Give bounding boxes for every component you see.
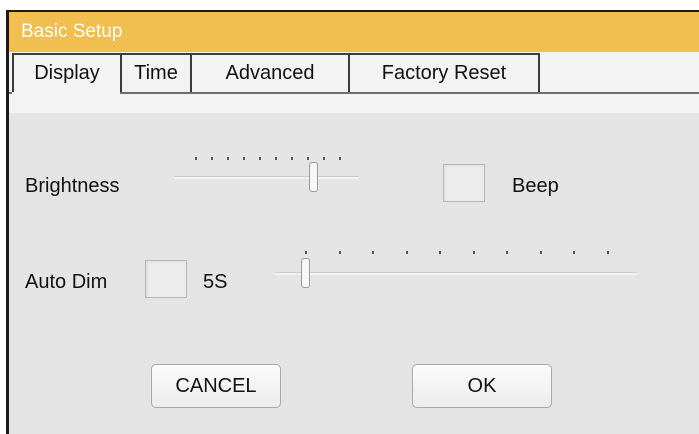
display-tab-panel: Brightness Beep Auto Dim 5S CANCEL OK <box>9 113 699 434</box>
brightness-slider-tick <box>243 157 245 160</box>
auto-dim-slider-thumb[interactable] <box>301 258 310 288</box>
brightness-slider-thumb[interactable] <box>309 162 319 192</box>
beep-checkbox[interactable] <box>443 164 485 202</box>
auto-dim-slider-tick <box>539 251 542 254</box>
cancel-button[interactable]: CANCEL <box>151 364 281 408</box>
brightness-label: Brightness <box>25 175 120 197</box>
auto-dim-value: 5S <box>203 271 228 293</box>
brightness-slider-tick <box>307 157 309 160</box>
brightness-slider-tick <box>323 157 325 160</box>
basic-setup-window: Basic Setup Display Time Advanced Factor… <box>6 10 699 434</box>
auto-dim-slider-tick <box>405 251 408 254</box>
auto-dim-slider-track <box>275 272 637 275</box>
brightness-slider-tick <box>227 157 229 160</box>
auto-dim-slider-tick <box>506 251 509 254</box>
tab-bar: Display Time Advanced Factory Reset <box>9 52 699 113</box>
brightness-slider-track <box>175 176 359 179</box>
auto-dim-slider-tick <box>472 251 475 254</box>
auto-dim-slider-tick <box>338 251 341 254</box>
auto-dim-slider[interactable] <box>275 251 637 293</box>
active-tab-gap <box>12 92 120 94</box>
auto-dim-checkbox[interactable] <box>145 260 187 298</box>
beep-label: Beep <box>512 175 559 197</box>
tab-factory-reset[interactable]: Factory Reset <box>348 53 540 92</box>
tab-time[interactable]: Time <box>120 53 192 92</box>
auto-dim-label: Auto Dim <box>25 271 108 293</box>
brightness-slider-tick <box>259 157 261 160</box>
auto-dim-slider-tick <box>372 251 375 254</box>
auto-dim-slider-tick <box>439 251 442 254</box>
auto-dim-slider-tick <box>305 251 307 254</box>
auto-dim-slider-tick <box>607 251 609 254</box>
brightness-slider-tick <box>195 157 197 160</box>
brightness-slider-tick <box>275 157 277 160</box>
brightness-slider[interactable] <box>175 157 359 197</box>
ok-button[interactable]: OK <box>412 364 552 408</box>
tab-display[interactable]: Display <box>12 53 122 92</box>
brightness-slider-tick <box>339 157 341 160</box>
window-title: Basic Setup <box>9 12 699 52</box>
brightness-slider-tick <box>211 157 213 160</box>
tab-advanced[interactable]: Advanced <box>190 53 350 92</box>
auto-dim-slider-tick <box>573 251 576 254</box>
brightness-slider-tick <box>291 157 293 160</box>
